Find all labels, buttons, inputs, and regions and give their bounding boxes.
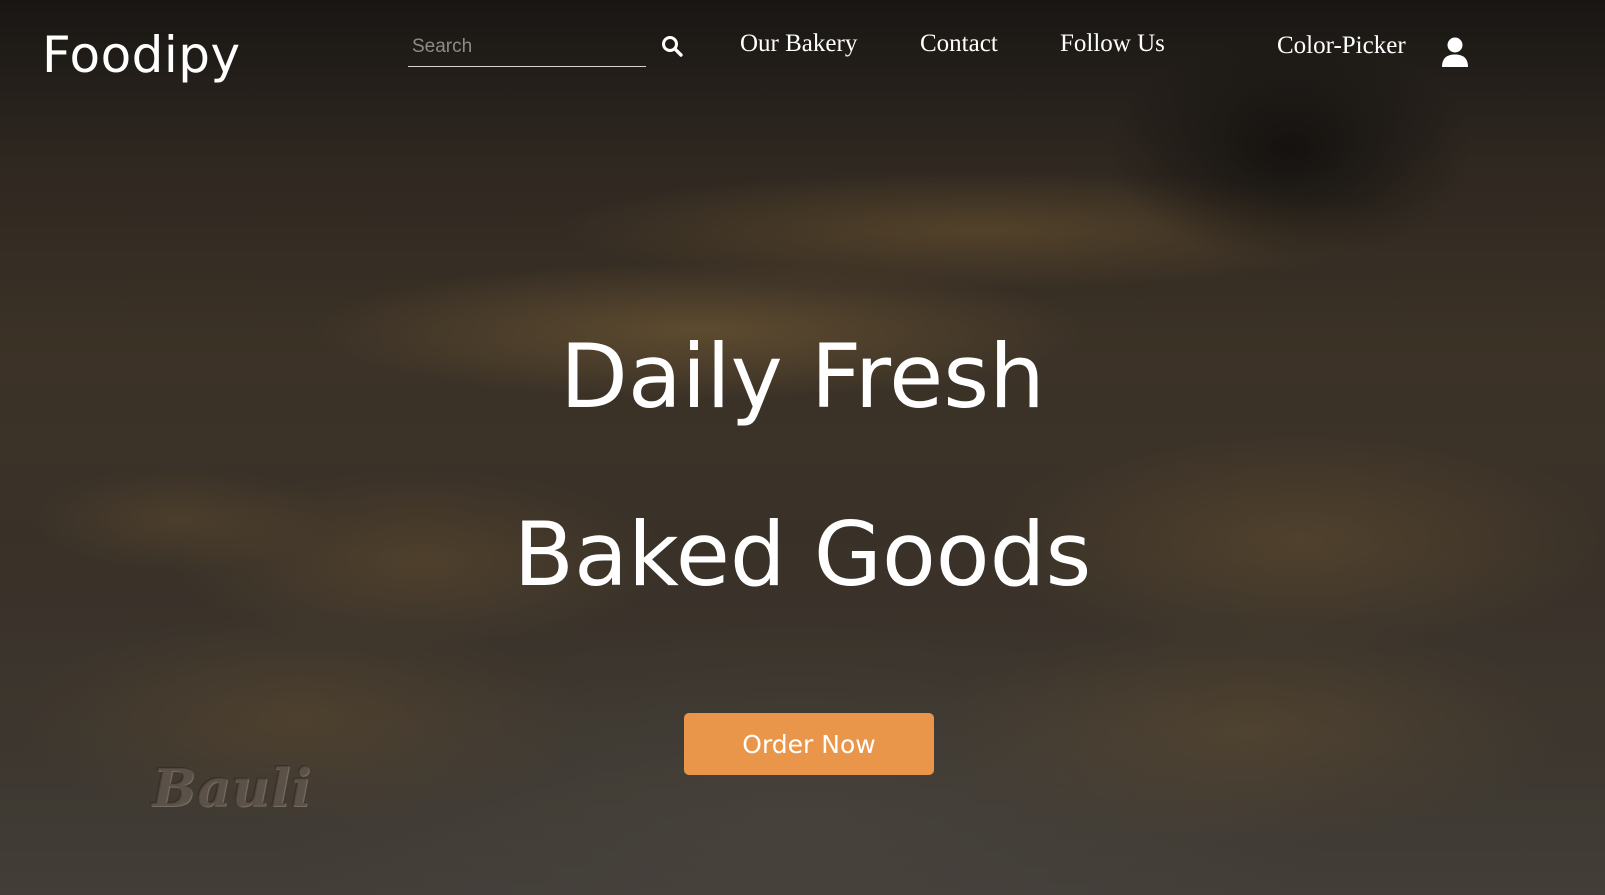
user-icon[interactable]	[1440, 36, 1470, 68]
nav-contact[interactable]: Contact	[920, 30, 998, 58]
nav-our-bakery[interactable]: Our Bakery	[740, 30, 857, 58]
nav-color-picker[interactable]: Color-Picker	[1277, 32, 1406, 60]
hero-section: Foodipy Our Bakery Contact Follow Us Col…	[0, 0, 1605, 895]
navbar: Foodipy Our Bakery Contact Follow Us Col…	[0, 0, 1605, 110]
hero-title-line-2: Baked Goods	[513, 503, 1092, 606]
hero-title-line-1: Daily Fresh	[560, 325, 1045, 428]
brand-logo[interactable]: Foodipy	[42, 26, 241, 84]
nav-follow-us[interactable]: Follow Us	[1060, 30, 1165, 58]
bauli-watermark-logo: Bauli	[152, 758, 312, 819]
search-icon[interactable]	[660, 34, 684, 58]
search-box	[408, 30, 646, 67]
search-input[interactable]	[408, 30, 646, 64]
order-now-button[interactable]: Order Now	[684, 713, 934, 775]
